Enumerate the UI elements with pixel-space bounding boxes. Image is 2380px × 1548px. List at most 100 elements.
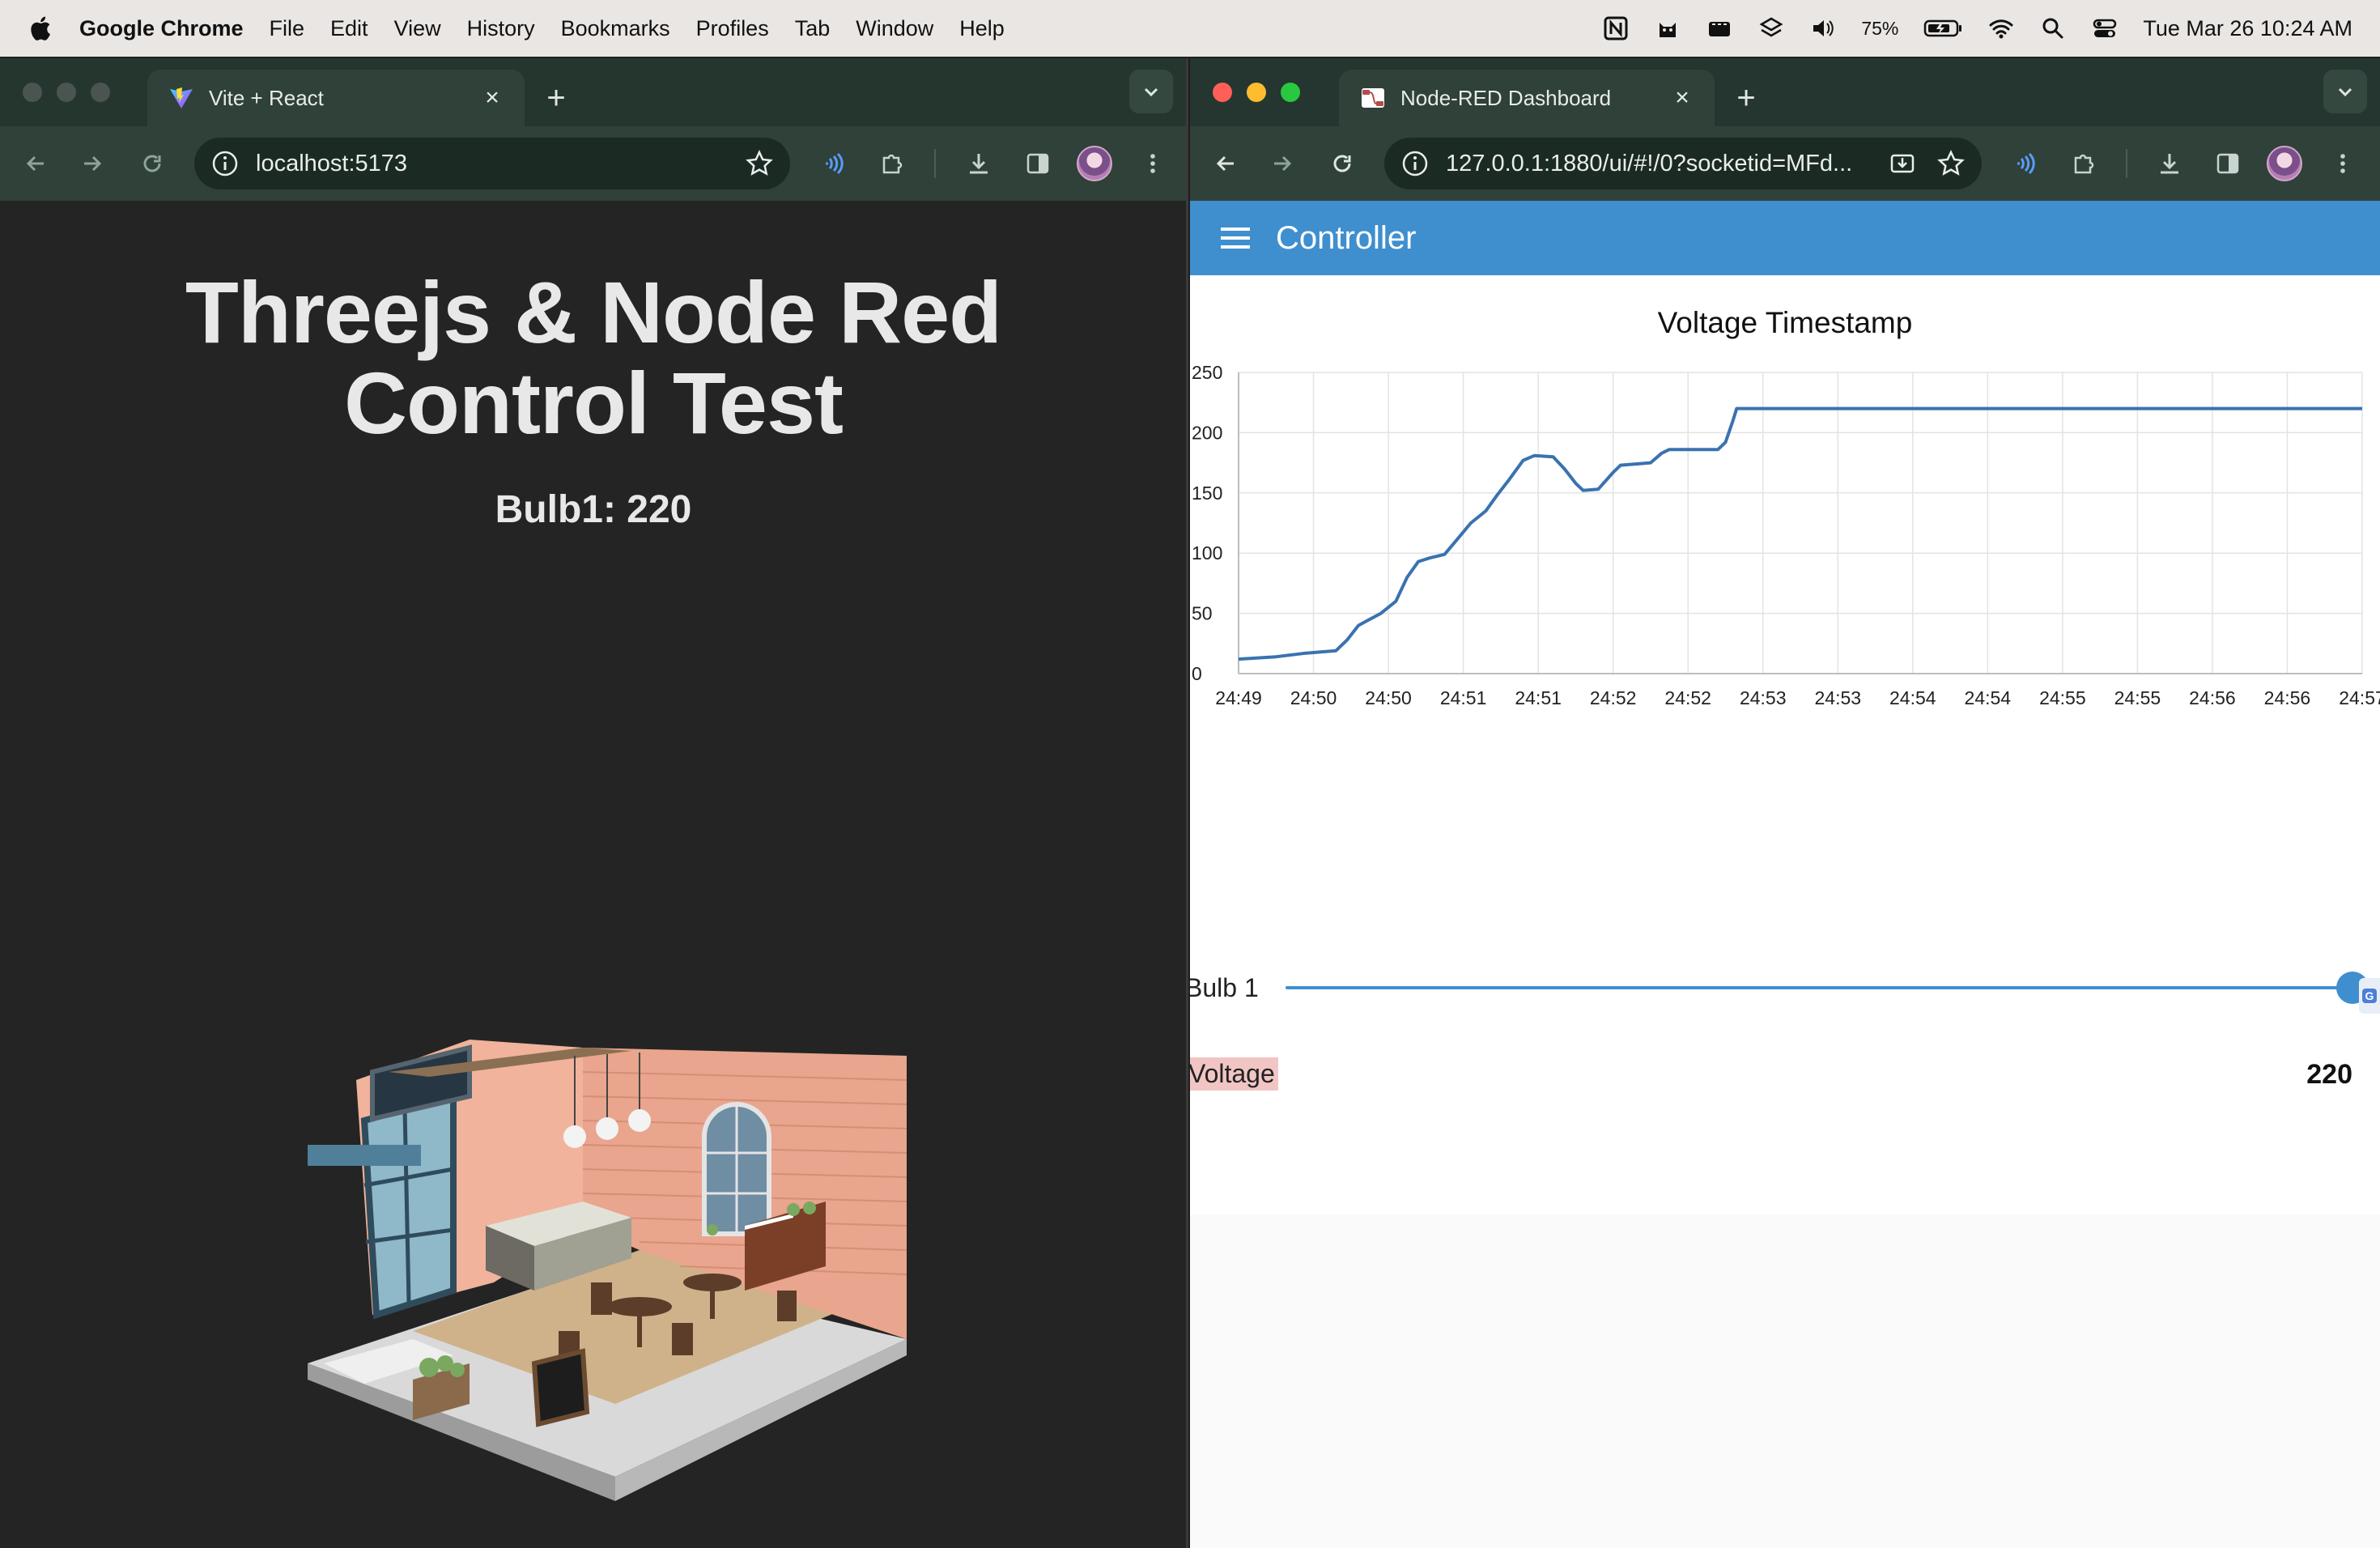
wifi-icon[interactable] [1987, 15, 2015, 42]
right-address-bar[interactable]: 127.0.0.1:1880/ui/#!/0?socketid=MFd... [1384, 138, 1982, 189]
minimize-window-button[interactable] [1247, 83, 1266, 102]
close-window-button[interactable] [1213, 83, 1232, 102]
new-tab-button[interactable]: + [1726, 78, 1766, 118]
left-address-bar[interactable]: localhost:5173 [194, 138, 790, 189]
tab-vite-react[interactable]: Vite + React × [147, 70, 525, 126]
layers-icon[interactable] [1757, 15, 1785, 42]
menubar-clock[interactable]: Tue Mar 26 10:24 AM [2143, 16, 2352, 41]
download-icon [970, 154, 988, 174]
menu-file[interactable]: File [270, 16, 305, 41]
chart-title: Voltage Timestamp [1657, 306, 1913, 339]
url-text: 127.0.0.1:1880/ui/#!/0?socketid=MFd... [1446, 150, 1853, 176]
right-window-controls [1213, 83, 1300, 102]
bookmark-star-icon[interactable] [1936, 149, 1966, 178]
voice-extension-button[interactable] [2004, 144, 2043, 183]
new-tab-button[interactable]: + [536, 78, 576, 118]
y-tick-label: 200 [1192, 422, 1222, 443]
menu-view[interactable]: View [394, 16, 441, 41]
sound-waves-icon [826, 152, 844, 175]
download-icon [2161, 154, 2178, 174]
site-info-icon[interactable] [210, 149, 240, 178]
forward-button[interactable] [73, 144, 112, 183]
extensions-button[interactable] [873, 144, 912, 183]
tab-search-button[interactable] [2323, 70, 2367, 113]
bulb-readout: Bulb1: 220 [495, 488, 692, 531]
x-tick-label: 24:55 [2039, 687, 2086, 708]
downloads-button[interactable] [959, 144, 998, 183]
close-tab-icon[interactable]: × [1671, 86, 1694, 110]
back-arrow-icon [1216, 155, 1234, 172]
y-tick-label: 150 [1192, 483, 1222, 504]
chevron-down-icon [2338, 87, 2352, 97]
chrome-menu-button[interactable] [2323, 144, 2362, 183]
tab-title: Vite + React [209, 85, 324, 110]
battery-icon[interactable] [1923, 15, 1963, 42]
side-panel-icon [2216, 153, 2239, 174]
forward-button[interactable] [1263, 144, 1302, 183]
x-tick-label: 24:50 [1290, 687, 1337, 708]
profile-button[interactable] [2265, 144, 2304, 183]
bookmark-star-icon[interactable] [745, 149, 774, 178]
downloads-button[interactable] [2150, 144, 2189, 183]
x-tick-label: 24:56 [2189, 687, 2236, 708]
node-red-logo-icon [1362, 88, 1384, 108]
close-tab-icon[interactable]: × [481, 86, 504, 110]
extensions-button[interactable] [2064, 144, 2103, 183]
x-tick-label: 24:52 [1590, 687, 1637, 708]
menu-window[interactable]: Window [856, 16, 933, 41]
side-panel-button[interactable] [2208, 144, 2247, 183]
forward-arrow-icon [1274, 155, 1292, 172]
close-window-button[interactable] [23, 83, 42, 102]
dashboard-title: Controller [1276, 219, 1417, 256]
page-title: Threejs & Node Red Control Test [185, 263, 1002, 452]
google-side-widget[interactable]: G [2359, 978, 2380, 1014]
voice-extension-button[interactable] [813, 144, 852, 183]
isometric-cafe-3d-scene[interactable] [291, 1023, 907, 1509]
back-button[interactable] [1206, 144, 1245, 183]
reload-button[interactable] [133, 144, 172, 183]
reload-icon [143, 155, 161, 172]
apple-logo-icon[interactable] [28, 15, 52, 42]
site-info-icon[interactable] [1400, 149, 1430, 178]
menu-tab[interactable]: Tab [795, 16, 831, 41]
menu-history[interactable]: History [467, 16, 535, 41]
reload-button[interactable] [1323, 144, 1362, 183]
volume-icon[interactable] [1809, 15, 1837, 42]
puzzle-icon [2074, 154, 2094, 174]
kebab-menu-icon [1150, 154, 1155, 173]
menu-app-name[interactable]: Google Chrome [79, 16, 244, 41]
macos-menu-bar: Google Chrome File Edit View History Boo… [0, 0, 2380, 57]
menu-help[interactable]: Help [959, 16, 1005, 41]
x-tick-label: 24:49 [1215, 687, 1262, 708]
control-center-icon[interactable] [2091, 15, 2119, 42]
bulb-slider-row: Bulb 1 [1190, 963, 2380, 1012]
right-browser-window: Node-RED Dashboard × + 127.0.0.1:1880/ui… [1190, 58, 2380, 1548]
menu-bookmarks[interactable]: Bookmarks [561, 16, 670, 41]
tab-node-red-dashboard[interactable]: Node-RED Dashboard × [1339, 70, 1715, 126]
install-app-icon[interactable] [1888, 149, 1917, 178]
hamburger-menu-icon[interactable] [1219, 224, 1252, 252]
x-tick-label: 24:53 [1740, 687, 1787, 708]
zoom-window-button[interactable] [91, 83, 110, 102]
avatar [2267, 146, 2302, 181]
tab-search-button[interactable] [1129, 70, 1173, 113]
voltage-series-line [1238, 406, 2362, 661]
minimize-window-button[interactable] [57, 83, 76, 102]
chrome-menu-button[interactable] [1133, 144, 1172, 183]
profile-button[interactable] [1075, 144, 1114, 183]
zoom-window-button[interactable] [1281, 83, 1300, 102]
notion-icon[interactable] [1602, 15, 1630, 42]
menu-profiles[interactable]: Profiles [696, 16, 769, 41]
voltage-text-row: Voltage 220 [1190, 1053, 2380, 1101]
back-button[interactable] [16, 144, 55, 183]
right-toolbar: 127.0.0.1:1880/ui/#!/0?socketid=MFd... [1190, 126, 2380, 201]
tab-title: Node-RED Dashboard [1400, 85, 1612, 110]
cat-icon[interactable] [1654, 15, 1681, 42]
search-icon[interactable] [2039, 15, 2067, 42]
menu-edit[interactable]: Edit [330, 16, 368, 41]
voltage-line-chart[interactable]: 0 50 100 150 200 250 24:49 24:50 24:50 24:51 24:51… [1190, 340, 2380, 858]
clapper-icon[interactable] [1706, 15, 1733, 42]
slider-track[interactable] [1286, 986, 2352, 989]
back-arrow-icon [26, 155, 44, 172]
side-panel-button[interactable] [1018, 144, 1057, 183]
